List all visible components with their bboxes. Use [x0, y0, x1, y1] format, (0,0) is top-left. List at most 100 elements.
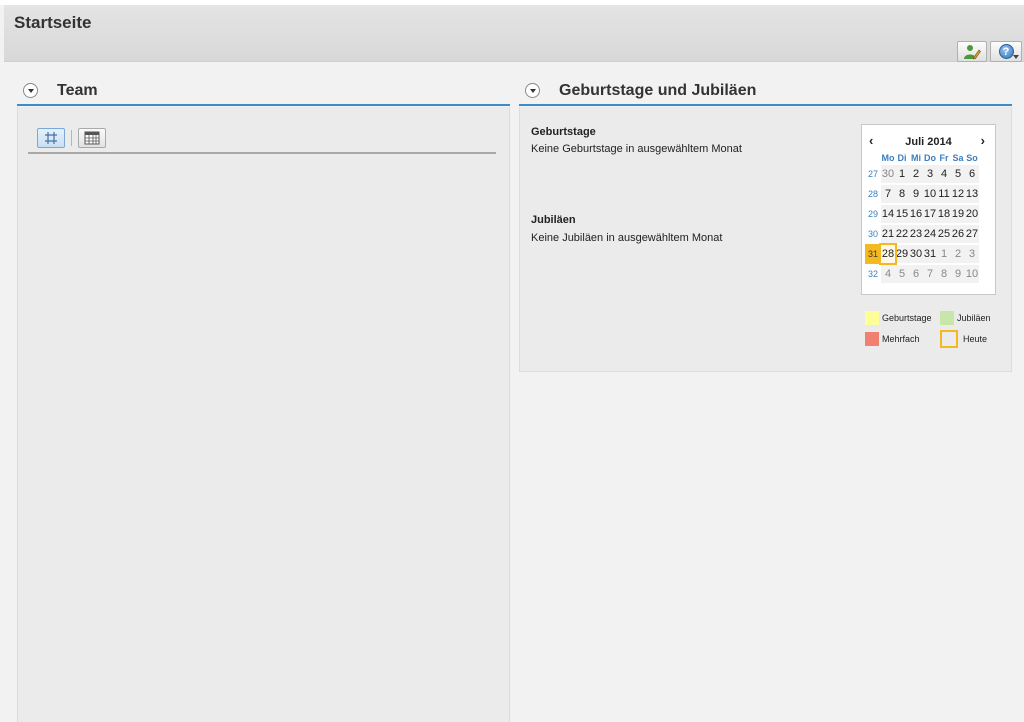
weekday-label: Fr: [939, 153, 949, 163]
calendar-day[interactable]: 10: [923, 185, 937, 203]
calendar-day[interactable]: 18: [937, 205, 951, 223]
calendar-day[interactable]: 5: [895, 265, 909, 283]
calendar-day[interactable]: 4: [881, 265, 895, 283]
grid-view-button[interactable]: [37, 128, 65, 148]
calendar-day[interactable]: 7: [923, 265, 937, 283]
calendar-week-row: 27 30 1 2 3 4 5 6: [865, 164, 979, 184]
birthdays-panel-header: Geburtstage und Jubiläen: [519, 78, 1012, 106]
calendar-day[interactable]: 12: [951, 185, 965, 203]
legend-label: Jubiläen: [957, 313, 991, 323]
anniversaries-empty-text: Keine Jubiläen in ausgewähltem Monat: [531, 232, 723, 244]
calendar-day[interactable]: 4: [937, 165, 951, 183]
calendar-day[interactable]: 30: [881, 165, 895, 183]
legend-label: Mehrfach: [882, 334, 920, 344]
calendar-day[interactable]: 6: [909, 265, 923, 283]
week-number[interactable]: 29: [865, 204, 881, 224]
calendar-day[interactable]: 14: [881, 205, 895, 223]
week-number[interactable]: 28: [865, 184, 881, 204]
help-icon: ?: [998, 44, 1014, 59]
calendar-day[interactable]: 2: [909, 165, 923, 183]
person-edit-icon: [964, 44, 981, 59]
calendar-day[interactable]: 10: [965, 265, 979, 283]
calendar-day[interactable]: 17: [923, 205, 937, 223]
legend-multiple: Mehrfach: [865, 332, 920, 346]
team-title: Team: [57, 82, 98, 99]
grid-view-icon: [45, 132, 57, 144]
legend-label: Heute: [963, 334, 988, 344]
birthdays-panel: Geburtstage Keine Geburtstage in ausgewä…: [519, 107, 1012, 372]
today-day-number: 28: [881, 245, 895, 263]
legend-birthdays: Geburtstage: [865, 311, 932, 325]
calendar-day[interactable]: 2: [951, 245, 965, 263]
calendar-day-today[interactable]: 28: [879, 243, 897, 265]
calendar-day[interactable]: 9: [909, 185, 923, 203]
legend-swatch-today: [940, 330, 958, 348]
calendar-day[interactable]: 11: [937, 185, 951, 203]
calendar-day[interactable]: 20: [965, 205, 979, 223]
calendar-day[interactable]: 3: [923, 165, 937, 183]
weekday-label: Di: [897, 153, 907, 163]
next-month-button[interactable]: ›: [981, 134, 985, 147]
help-button[interactable]: ?: [990, 41, 1022, 62]
calendar-day[interactable]: 26: [951, 225, 965, 243]
calendar-day[interactable]: 8: [895, 185, 909, 203]
calendar-day[interactable]: 3: [965, 245, 979, 263]
birthdays-empty-text: Keine Geburtstage in ausgewähltem Monat: [531, 143, 742, 155]
calendar-weeks: 27 30 1 2 3 4 5 6 28 7 8 9 10 11 12 13 29 14 15 16 17 18 19 20 3…: [865, 164, 979, 284]
calendar-day[interactable]: 19: [951, 205, 965, 223]
view-separator: [71, 130, 72, 146]
calendar-week-row: 31 28 29 30 31 1 2 3: [865, 243, 979, 265]
table-view-button[interactable]: [78, 128, 106, 148]
calendar-day[interactable]: 21: [881, 225, 895, 243]
dropdown-arrow-icon: [1013, 55, 1019, 59]
weekday-label: Sa: [952, 153, 964, 163]
calendar-day[interactable]: 22: [895, 225, 909, 243]
personalize-button[interactable]: [957, 41, 987, 62]
weekday-label: Mi: [911, 153, 921, 163]
calendar-day[interactable]: 8: [937, 265, 951, 283]
legend-anniversaries: Jubiläen: [940, 311, 991, 325]
birthdays-title: Geburtstage und Jubiläen: [559, 82, 757, 99]
calendar-day[interactable]: 25: [937, 225, 951, 243]
team-panel-header: Team: [17, 78, 510, 106]
calendar-week-row: 32 4 5 6 7 8 9 10: [865, 264, 979, 284]
calendar-day[interactable]: 24: [923, 225, 937, 243]
calendar-day[interactable]: 30: [909, 245, 923, 263]
collapse-toggle-icon[interactable]: [23, 83, 38, 98]
calendar-day[interactable]: 13: [965, 185, 979, 203]
legend-swatch-anniversaries: [940, 311, 954, 325]
team-panel: [17, 107, 510, 722]
week-number[interactable]: 31: [865, 244, 881, 264]
calendar-day[interactable]: 16: [909, 205, 923, 223]
legend-swatch-birthdays: [865, 311, 879, 325]
calendar: ‹ Juli 2014 › Mo Di Mi Do Fr Sa So 27 30 1…: [861, 124, 996, 295]
calendar-week-row: 28 7 8 9 10 11 12 13: [865, 184, 979, 204]
calendar-week-row: 30 21 22 23 24 25 26 27: [865, 224, 979, 244]
week-number[interactable]: 32: [865, 264, 881, 284]
calendar-day[interactable]: 31: [923, 245, 937, 263]
calendar-day[interactable]: 7: [881, 185, 895, 203]
week-number[interactable]: 27: [865, 164, 881, 184]
page-header: Startseite ?: [4, 5, 1024, 62]
calendar-week-row: 29 14 15 16 17 18 19 20: [865, 204, 979, 224]
birthdays-label: Geburtstage: [531, 126, 596, 138]
calendar-day[interactable]: 29: [895, 245, 909, 263]
calendar-day[interactable]: 15: [895, 205, 909, 223]
collapse-toggle-icon[interactable]: [525, 83, 540, 98]
calendar-day[interactable]: 1: [937, 245, 951, 263]
calendar-day[interactable]: 9: [951, 265, 965, 283]
calendar-day[interactable]: 6: [965, 165, 979, 183]
legend-today: Heute: [940, 330, 987, 348]
weekday-header: Mo Di Mi Do Fr Sa So: [865, 152, 979, 164]
weekday-label: Do: [924, 153, 936, 163]
calendar-day[interactable]: 1: [895, 165, 909, 183]
calendar-day[interactable]: 23: [909, 225, 923, 243]
toolbar-divider: [28, 152, 496, 154]
week-number[interactable]: 30: [865, 224, 881, 244]
legend-swatch-multiple: [865, 332, 879, 346]
calendar-month: Juli 2014: [905, 136, 952, 148]
calendar-day[interactable]: 5: [951, 165, 965, 183]
calendar-day[interactable]: 27: [965, 225, 979, 243]
anniversaries-label: Jubiläen: [531, 214, 576, 226]
calendar-grid: Mo Di Mi Do Fr Sa So 27 30 1 2 3 4 5 6 28 7 8 9 10 11…: [865, 152, 979, 284]
